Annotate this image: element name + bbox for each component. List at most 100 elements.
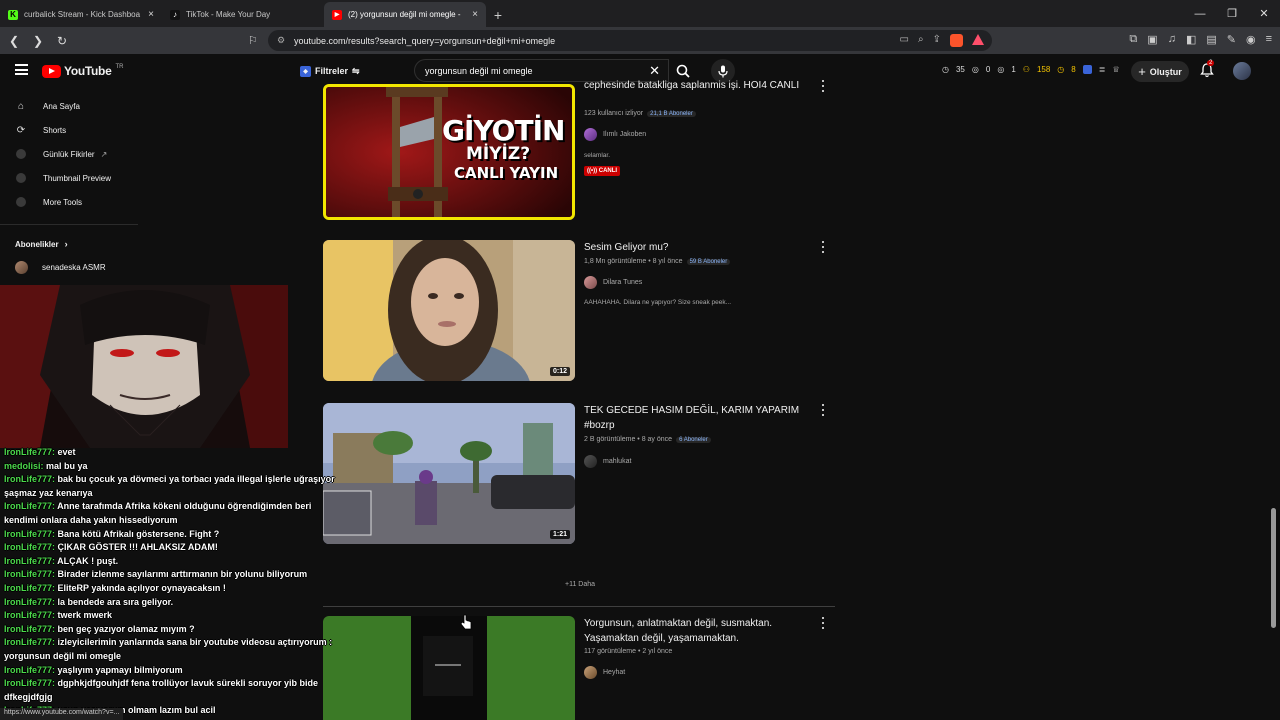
sidebar-subscription[interactable]: senadeska ASMR (0, 255, 140, 279)
live-icon: ((•)) (587, 168, 599, 174)
back-icon[interactable]: ❮ (4, 31, 24, 51)
video-duration: 0:12 (549, 367, 570, 376)
chat-message: IronLife777: dgphkjdfgouhjdf fena trollü… (4, 677, 344, 691)
restore-icon[interactable]: ❐ (1216, 0, 1248, 27)
hamburger-menu-icon[interactable] (15, 64, 28, 75)
channel-link[interactable]: Heyhat (584, 666, 625, 679)
brave-rewards-icon[interactable] (972, 34, 984, 45)
user-icon: ⚇ (1022, 65, 1030, 74)
chat-username: IronLife777: (4, 542, 56, 553)
channel-link[interactable]: Dilara Tunes (584, 276, 642, 289)
chat-text: izleyicilerimin yanlarında sana bir yout… (55, 637, 333, 648)
list-icon[interactable]: ≣ (1099, 65, 1106, 74)
sidebar-item-thumbnail-preview[interactable]: Thumbnail Preview (0, 166, 140, 190)
video-title[interactable]: TEK GECEDE HASIM DEĞİL, KARIM YAPARIM #b… (584, 403, 806, 433)
video-title[interactable]: Sesim Geliyor mu? (584, 240, 806, 255)
page-scrollbar[interactable] (1271, 508, 1276, 628)
video-title[interactable]: Yorgunsun, anlatmaktan değil, susmaktan.… (584, 616, 814, 646)
clock-icon: ◷ (942, 65, 949, 74)
channel-avatar (584, 128, 597, 141)
chat-username: IronLife777: (4, 678, 56, 689)
create-button[interactable]: + Oluştur (1131, 61, 1189, 82)
sidebar-item-shorts[interactable]: ⟳ Shorts (0, 118, 140, 142)
chat-message: IronLife777: ben geç yazıyor olamaz mıyı… (4, 623, 344, 637)
chat-text: şaşmaz yaz kenarıya (4, 487, 93, 498)
subscriber-chip: 59 B Aboneler (686, 258, 731, 265)
media-icon[interactable]: ♫ (1168, 33, 1176, 46)
more-results-button[interactable]: +11 Daha (565, 581, 595, 588)
youtube-logo[interactable]: YouTube TR (42, 64, 123, 78)
channel-avatar (584, 455, 597, 468)
extensions-puzzle-icon[interactable]: ✎ (1227, 33, 1236, 46)
wallet-icon[interactable]: ▤ (1206, 33, 1216, 46)
notifications-button[interactable]: 2 (1200, 60, 1216, 79)
video-thumbnail[interactable]: GİYOTİN MİYİZ? CANLI YAYIN (323, 84, 575, 220)
status-bar-url: https://www.youtube.com/watch?v=... (0, 708, 124, 720)
hand-cursor-icon (460, 614, 472, 630)
vpn-icon[interactable]: ◉ (1246, 33, 1256, 46)
sidebar-divider (0, 224, 138, 225)
filter-extension-icon: ◆ (300, 65, 311, 77)
channel-link[interactable]: Ilımlı Jakoben (584, 128, 646, 141)
chat-text: mal bu ya (43, 460, 88, 471)
chat-text: bak bu çocuk ya dövmeci ya torbacı yada … (55, 474, 335, 485)
chat-text: yorgunsun değil mi omegle (4, 650, 122, 661)
browser-tab-kick[interactable]: K curbalick Stream - Kick Dashboa × (0, 2, 162, 27)
webcam-thumbnail-art (323, 240, 575, 381)
account-avatar[interactable] (1233, 62, 1251, 80)
filters-button[interactable]: ◆ Filtreler ⇋ (300, 62, 364, 80)
sidebar-item-more-tools[interactable]: More Tools (0, 190, 140, 214)
trophy-icon[interactable]: ♕ (1112, 65, 1119, 74)
video-meta: 2 B görüntüleme • 8 ay önce 6 Aboneler (584, 436, 711, 443)
close-tab-icon[interactable]: × (472, 9, 478, 20)
menu-icon[interactable]: ≡ (1266, 33, 1272, 46)
close-window-icon[interactable]: ✕ (1248, 0, 1280, 27)
sidebar-item-home[interactable]: ⌂ Ana Sayfa (0, 94, 140, 118)
video-thumbnail[interactable]: 1:21 (323, 403, 575, 544)
share-icon[interactable]: ⇪ (933, 34, 941, 47)
chat-username: IronLife777: (4, 447, 56, 457)
video-title[interactable]: cephesinde batakliga saplanmis işi. HOI4… (584, 78, 806, 93)
site-info-icon[interactable]: ⚙ (277, 35, 285, 46)
more-actions-icon[interactable] (820, 617, 826, 629)
browser-tab-tiktok[interactable]: ♪ TikTok - Make Your Day (162, 2, 324, 27)
results-divider (323, 606, 835, 607)
more-actions-icon[interactable] (820, 80, 826, 92)
extension-icon[interactable]: ⧉ (1129, 33, 1137, 46)
video-thumbnail[interactable] (323, 616, 575, 720)
zoom-icon[interactable]: ⌕ (918, 34, 924, 47)
tab-title: TikTok - Make Your Day (186, 10, 271, 19)
close-tab-icon[interactable]: × (148, 9, 154, 20)
clear-search-icon[interactable]: ✕ (649, 63, 660, 79)
sidebar-item-ideas[interactable]: Günlük Fikirler ↗ (0, 142, 140, 166)
new-tab-button[interactable]: + (486, 2, 510, 27)
brave-shield-icon[interactable] (950, 34, 963, 47)
video-thumbnail[interactable]: 0:12 (323, 240, 575, 381)
home-icon: ⌂ (17, 100, 25, 112)
more-actions-icon[interactable] (820, 241, 826, 253)
subscriptions-heading[interactable]: Abonelikler › (0, 233, 140, 255)
chat-message: kendimi onlara daha yakın hissediyorum (4, 514, 344, 528)
chat-message: dfkegjdfgjg (4, 691, 344, 705)
sidebar-toggle-icon[interactable]: ◧ (1186, 33, 1196, 46)
more-actions-icon[interactable] (820, 404, 826, 416)
reload-icon[interactable]: ↻ (52, 31, 72, 51)
thumbnail-headline: GİYOTİN (442, 114, 565, 147)
extension-stats: ◷ 35 ◎ 0 ◎ 1 ⚇ 158 ◷ 8 ≣ ♕ (942, 65, 1120, 74)
timer-icon: ◷ (1057, 65, 1065, 74)
chat-message: IronLife777: twerk mwerk (4, 609, 344, 623)
chat-username: IronLife777: (4, 569, 56, 580)
browser-tab-youtube[interactable]: ▶ (2) yorgunsun değil mi omegle - × (324, 2, 486, 27)
sliders-icon: ⇋ (352, 65, 360, 76)
channel-avatar (584, 276, 597, 289)
channel-link[interactable]: mahlukat (584, 455, 631, 468)
chat-username: IronLife777: (4, 637, 56, 648)
extension-icon[interactable] (1082, 65, 1092, 74)
forward-icon[interactable]: ❯ (28, 31, 48, 51)
minimize-icon[interactable]: — (1184, 0, 1216, 27)
chat-username: IronLife777: (4, 474, 56, 485)
extension-icon[interactable]: ▣ (1147, 33, 1157, 46)
cast-icon[interactable]: ▭ (900, 34, 909, 47)
url-field[interactable]: ⚙ youtube.com/results?search_query=yorgu… (268, 30, 992, 51)
bookmark-icon[interactable]: ⚐ (248, 34, 258, 47)
